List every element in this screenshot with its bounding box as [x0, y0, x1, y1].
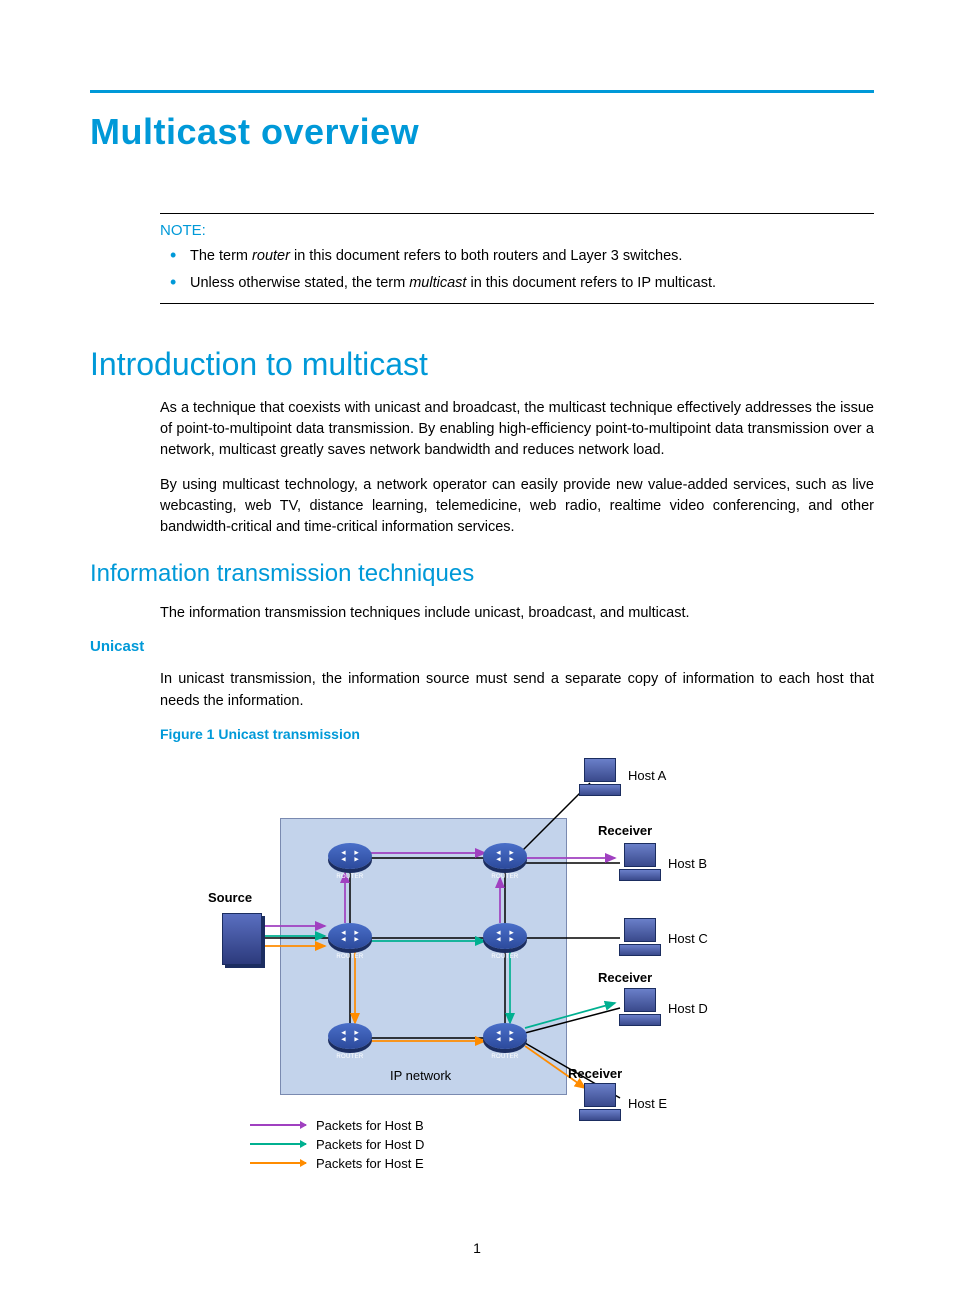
- host-d-label: Host D: [668, 1001, 708, 1016]
- unicast-diagram: Source ROUTER ROUTER ROUTER ROUTER ROUTE…: [190, 748, 750, 1208]
- legend-arrow-orange-icon: [250, 1162, 306, 1164]
- receiver-label-e: Receiver: [568, 1066, 622, 1081]
- router-icon: ROUTER: [328, 1023, 372, 1057]
- router-text: ROUTER: [483, 874, 527, 880]
- host-icon: [618, 988, 662, 1026]
- host-icon: [618, 843, 662, 881]
- source-label: Source: [208, 890, 252, 905]
- note-2-pre: Unless otherwise stated, the term: [190, 275, 409, 291]
- note-1-em: router: [252, 248, 290, 264]
- router-text: ROUTER: [483, 1054, 527, 1060]
- router-icon: ROUTER: [483, 843, 527, 877]
- host-icon: [618, 918, 662, 956]
- intro-p2: By using multicast technology, a network…: [160, 475, 874, 538]
- router-text: ROUTER: [328, 874, 372, 880]
- host-a-label: Host A: [628, 768, 666, 783]
- note-top-rule: [160, 213, 874, 214]
- legend-e-text: Packets for Host E: [316, 1156, 424, 1171]
- router-text: ROUTER: [483, 954, 527, 960]
- figure-caption: Figure 1 Unicast transmission: [160, 726, 874, 742]
- legend-row-d: Packets for Host D: [250, 1137, 424, 1152]
- note-1-post: in this document refers to both routers …: [290, 248, 683, 264]
- note-1-pre: The term: [190, 248, 252, 264]
- intro-p1: As a technique that coexists with unicas…: [160, 398, 874, 461]
- router-text: ROUTER: [328, 1054, 372, 1060]
- note-item-1: The term router in this document refers …: [184, 245, 874, 268]
- page-title: Multicast overview: [90, 111, 874, 153]
- note-label: NOTE:: [160, 222, 874, 239]
- top-rule: [90, 90, 874, 93]
- source-server-icon: [222, 913, 262, 965]
- page-number: 1: [0, 1240, 954, 1256]
- note-bottom-rule: [160, 303, 874, 304]
- legend-b-text: Packets for Host B: [316, 1118, 424, 1133]
- note-2-em: multicast: [409, 275, 466, 291]
- receiver-label-d: Receiver: [598, 970, 652, 985]
- router-icon: ROUTER: [483, 1023, 527, 1057]
- unicast-heading: Unicast: [90, 638, 874, 655]
- host-icon: [578, 758, 622, 796]
- router-icon: ROUTER: [328, 923, 372, 957]
- legend-row-b: Packets for Host B: [250, 1118, 424, 1133]
- host-icon: [578, 1083, 622, 1121]
- section-intro-heading: Introduction to multicast: [90, 346, 874, 383]
- section-techniques-heading: Information transmission techniques: [90, 560, 874, 588]
- receiver-label-b: Receiver: [598, 823, 652, 838]
- router-text: ROUTER: [328, 954, 372, 960]
- legend-arrow-purple-icon: [250, 1124, 306, 1126]
- host-e-label: Host E: [628, 1096, 667, 1111]
- host-c-label: Host C: [668, 931, 708, 946]
- techniques-p1: The information transmission techniques …: [160, 603, 874, 624]
- router-icon: ROUTER: [483, 923, 527, 957]
- note-list: The term router in this document refers …: [160, 245, 874, 295]
- ip-network-label: IP network: [390, 1068, 451, 1083]
- legend-arrow-teal-icon: [250, 1143, 306, 1145]
- legend-d-text: Packets for Host D: [316, 1137, 424, 1152]
- legend-row-e: Packets for Host E: [250, 1156, 424, 1171]
- router-icon: ROUTER: [328, 843, 372, 877]
- note-2-post: in this document refers to IP multicast.: [466, 275, 716, 291]
- unicast-p1: In unicast transmission, the information…: [160, 669, 874, 711]
- note-item-2: Unless otherwise stated, the term multic…: [184, 272, 874, 295]
- legend: Packets for Host B Packets for Host D Pa…: [250, 1118, 424, 1175]
- host-b-label: Host B: [668, 856, 707, 871]
